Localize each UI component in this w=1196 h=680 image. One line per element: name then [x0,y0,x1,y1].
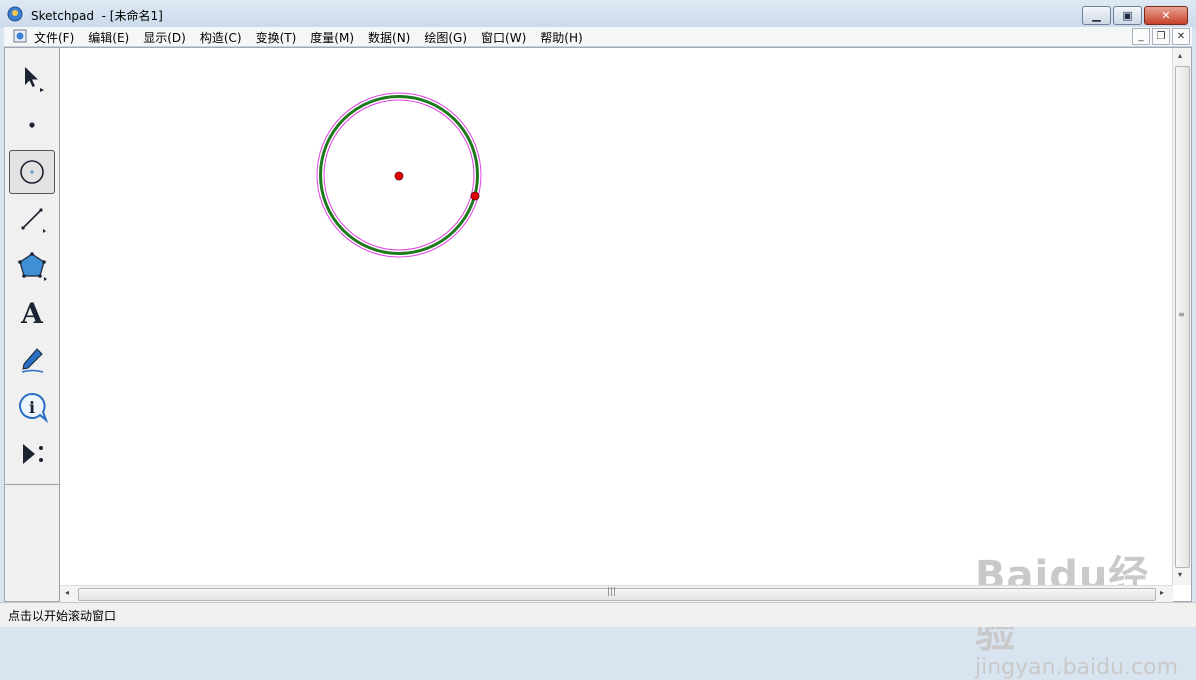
doc-minimize-button[interactable]: _ [1132,28,1150,45]
marker-pen-icon [21,348,44,373]
menu-transform[interactable]: 变换(T) [256,29,297,46]
menu-help[interactable]: 帮助(H) [540,29,582,46]
vertical-scroll-thumb[interactable]: ≡ [1175,66,1190,568]
point-icon [29,122,35,128]
scroll-up-arrow-icon[interactable]: ▴ [1178,51,1182,60]
menu-bar: 文件(F) 编辑(E) 显示(D) 构造(C) 变换(T) 度量(M) 数据(N… [4,27,1192,47]
doc-restore-button[interactable]: ❐ [1152,28,1170,45]
letter-a-icon: A [21,296,43,330]
line-segment-icon [21,208,46,233]
vertical-grip-icon: ≡ [1178,310,1185,319]
point-tool[interactable] [9,103,55,147]
menu-graph[interactable]: 绘图(G) [424,29,467,46]
text-tool[interactable]: A [9,291,55,335]
document-window: A i Baidu经验 jingyan.baidu.com ▴ ≡ ▾ ◂ ||… [4,47,1192,680]
toolbox: A i [5,48,60,601]
menu-display[interactable]: 显示(D) [143,29,186,46]
menu-number[interactable]: 数据(N) [368,29,410,46]
horizontal-scrollbar[interactable]: ◂ ||| ▸ [60,585,1173,602]
selection-arrow-tool[interactable] [9,56,55,100]
info-icon: i [19,392,48,423]
horizontal-grip-icon: ||| [607,587,617,597]
vertical-scrollbar[interactable]: ▴ ≡ ▾ [1172,48,1191,585]
information-tool[interactable]: i [9,385,55,429]
scroll-down-arrow-icon[interactable]: ▾ [1178,570,1182,579]
sketch-canvas[interactable]: Baidu经验 jingyan.baidu.com [60,48,1178,680]
horizontal-scroll-thumb[interactable]: ||| [78,587,1156,601]
polygon-icon [18,252,47,281]
scroll-right-arrow-icon[interactable]: ▸ [1160,588,1164,597]
custom-tools-icon [23,444,43,464]
minimize-button[interactable]: ▁ [1082,6,1111,25]
toolbox-divider [5,484,59,485]
menu-measure[interactable]: 度量(M) [310,29,354,46]
close-button[interactable]: ✕ [1144,6,1188,25]
svg-text:i: i [29,398,35,417]
sketchpad-app-icon [7,6,23,22]
menu-file[interactable]: 文件(F) [34,29,74,46]
status-bar: 点击以开始滚动窗口 [0,602,1196,627]
menu-edit[interactable]: 编辑(E) [88,29,129,46]
marker-tool[interactable] [9,338,55,382]
straightedge-tool[interactable] [9,197,55,241]
center-point[interactable] [394,171,404,181]
compass-tool[interactable] [9,150,55,194]
status-text: 点击以开始滚动窗口 [8,609,117,623]
title-bar: Sketchpad - [未命名1] ▁ ▣ ✕ [0,0,1196,28]
doc-close-button[interactable]: ✕ [1172,28,1190,45]
menu-construct[interactable]: 构造(C) [200,29,242,46]
compass-circle-icon [20,160,44,184]
arrow-cursor-icon [25,67,44,92]
custom-tool[interactable] [9,432,55,476]
radius-point[interactable] [470,191,480,201]
scroll-left-arrow-icon[interactable]: ◂ [65,588,69,597]
sketch-drawing [316,92,482,258]
window-title: Sketchpad - [未命名1] [31,9,163,23]
document-icon[interactable] [13,29,27,43]
polygon-tool[interactable] [9,244,55,288]
watermark-url: jingyan.baidu.com [975,655,1179,680]
maximize-button[interactable]: ▣ [1113,6,1142,25]
menu-window[interactable]: 窗口(W) [481,29,526,46]
